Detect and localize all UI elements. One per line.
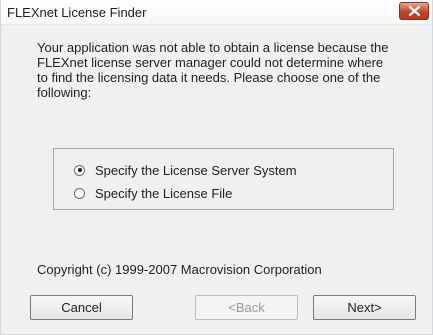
option-license-file[interactable]: Specify the License File — [74, 184, 232, 202]
radio-button-selected[interactable] — [74, 164, 85, 176]
back-button: <Back — [195, 295, 298, 320]
radio-button[interactable] — [74, 187, 85, 199]
window-title: FLEXnet License Finder — [7, 5, 147, 20]
copyright-text: Copyright (c) 1999-2007 Macrovision Corp… — [37, 262, 322, 277]
close-icon — [409, 6, 420, 16]
license-finder-dialog: FLEXnet License Finder Your application … — [0, 0, 433, 335]
cancel-button[interactable]: Cancel — [30, 295, 133, 320]
close-button[interactable] — [399, 2, 429, 20]
info-message: Your application was not able to obtain … — [37, 40, 389, 100]
option-label[interactable]: Specify the License File — [95, 186, 232, 201]
option-label[interactable]: Specify the License Server System — [95, 163, 297, 178]
license-option-group: Specify the License Server System Specif… — [53, 148, 394, 210]
option-license-server[interactable]: Specify the License Server System — [74, 161, 297, 179]
next-button[interactable]: Next> — [313, 295, 416, 320]
title-bar: FLEXnet License Finder — [1, 0, 432, 25]
